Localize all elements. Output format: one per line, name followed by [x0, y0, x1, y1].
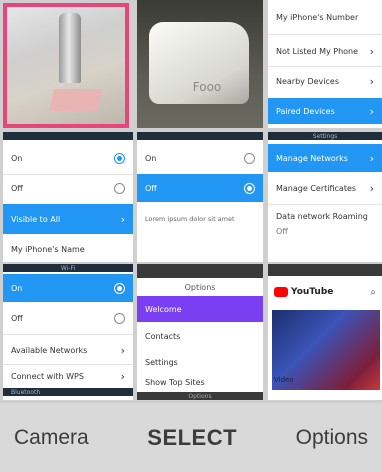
photo-bag-text: Fooo: [192, 80, 222, 94]
chevron-right-icon: ›: [120, 212, 125, 226]
info-text: Lorem ipsum dolor sit amet: [145, 215, 235, 223]
chevron-right-icon: ›: [369, 44, 374, 58]
radio-option[interactable]: Off: [3, 306, 133, 330]
menu-item[interactable]: Contacts: [137, 324, 263, 348]
softkey-preview: Options: [137, 392, 263, 400]
app-thumbnail-browser[interactable]: Options Welcome Contacts Settings Show T…: [137, 264, 263, 400]
video-caption: Video: [274, 376, 294, 384]
list-item[interactable]: Not Listed My Phone ›: [268, 40, 382, 62]
chevron-right-icon: ›: [369, 74, 374, 88]
camera-thumbnail[interactable]: Fooo: [137, 0, 263, 128]
list-item[interactable]: My iPhone's Name: [3, 238, 133, 260]
softkey-center[interactable]: SELECT: [147, 425, 237, 451]
youtube-header: YouTube ⌕: [268, 276, 382, 308]
tile-header: [137, 132, 263, 140]
app-thumbnail-wifi[interactable]: Wi-Fi On Off Available Networks › Connect…: [3, 264, 133, 400]
chevron-right-icon: ›: [369, 151, 374, 165]
list-item[interactable]: Nearby Devices ›: [268, 70, 382, 92]
chevron-right-icon: ›: [369, 104, 374, 118]
list-item[interactable]: Data network Roaming: [268, 208, 382, 224]
menu-header: Options: [184, 282, 216, 292]
app-thumbnail-youtube[interactable]: YouTube ⌕ Video: [268, 264, 382, 400]
radio-icon: [114, 312, 125, 324]
menu-item[interactable]: Show Top Sites: [137, 374, 263, 390]
photo-box-shape: [49, 89, 103, 111]
menu-item-selected[interactable]: Welcome: [137, 296, 263, 322]
softkey-bar: Camera SELECT Options: [0, 403, 382, 472]
list-item-value: Off: [276, 226, 288, 236]
tile-topbar: [268, 264, 382, 276]
chevron-right-icon: ›: [120, 369, 125, 383]
tile-topbar: [137, 264, 263, 278]
camera-thumbnail-selected[interactable]: [3, 3, 129, 128]
chevron-right-icon: ›: [120, 343, 125, 357]
app-thumbnail-cellular[interactable]: Settings Manage Networks › Manage Certifi…: [268, 132, 382, 262]
tile-header: [3, 132, 133, 140]
list-item[interactable]: Manage Certificates ›: [268, 176, 382, 200]
list-item[interactable]: My iPhone's Number: [268, 4, 382, 30]
app-thumbnail-bluetooth[interactable]: My iPhone's Number Not Listed My Phone › …: [268, 0, 382, 128]
tile-header: Settings: [268, 132, 382, 140]
softkey-right[interactable]: Options: [296, 426, 368, 450]
youtube-logo-icon: [274, 287, 288, 297]
list-item-selected[interactable]: Manage Networks ›: [268, 144, 382, 172]
list-item[interactable]: Connect with WPS ›: [3, 366, 133, 386]
list-item-selected[interactable]: Visible to All ›: [3, 204, 133, 234]
photo-bottle-shape: [59, 13, 81, 83]
menu-item[interactable]: Settings: [137, 350, 263, 374]
softkey-left[interactable]: Camera: [14, 426, 89, 450]
chevron-right-icon: ›: [369, 181, 374, 195]
radio-icon: [114, 282, 125, 294]
radio-option[interactable]: Off: [3, 176, 133, 200]
radio-option[interactable]: On: [137, 146, 263, 170]
app-thumbnail-nfc[interactable]: On Off Lorem ipsum dolor sit amet: [137, 132, 263, 262]
radio-icon: [114, 182, 125, 194]
app-thumbnail-bluetooth-visibility[interactable]: On Off Visible to All › My iPhone's Name: [3, 132, 133, 262]
radio-option-selected[interactable]: Off: [137, 174, 263, 202]
radio-option-selected[interactable]: On: [3, 274, 133, 302]
list-item[interactable]: Available Networks ›: [3, 338, 133, 362]
radio-icon: [244, 152, 255, 164]
tile-header: Bluetooth: [3, 388, 133, 396]
tile-header: Wi-Fi: [3, 264, 133, 272]
search-icon[interactable]: ⌕: [370, 287, 376, 298]
radio-icon: [114, 152, 125, 164]
list-item-selected[interactable]: Paired Devices ›: [268, 98, 382, 124]
radio-icon: [244, 182, 255, 194]
screen: { "softkeys": { "left": "Camera", "cente…: [0, 0, 382, 472]
radio-option[interactable]: On: [3, 146, 133, 170]
